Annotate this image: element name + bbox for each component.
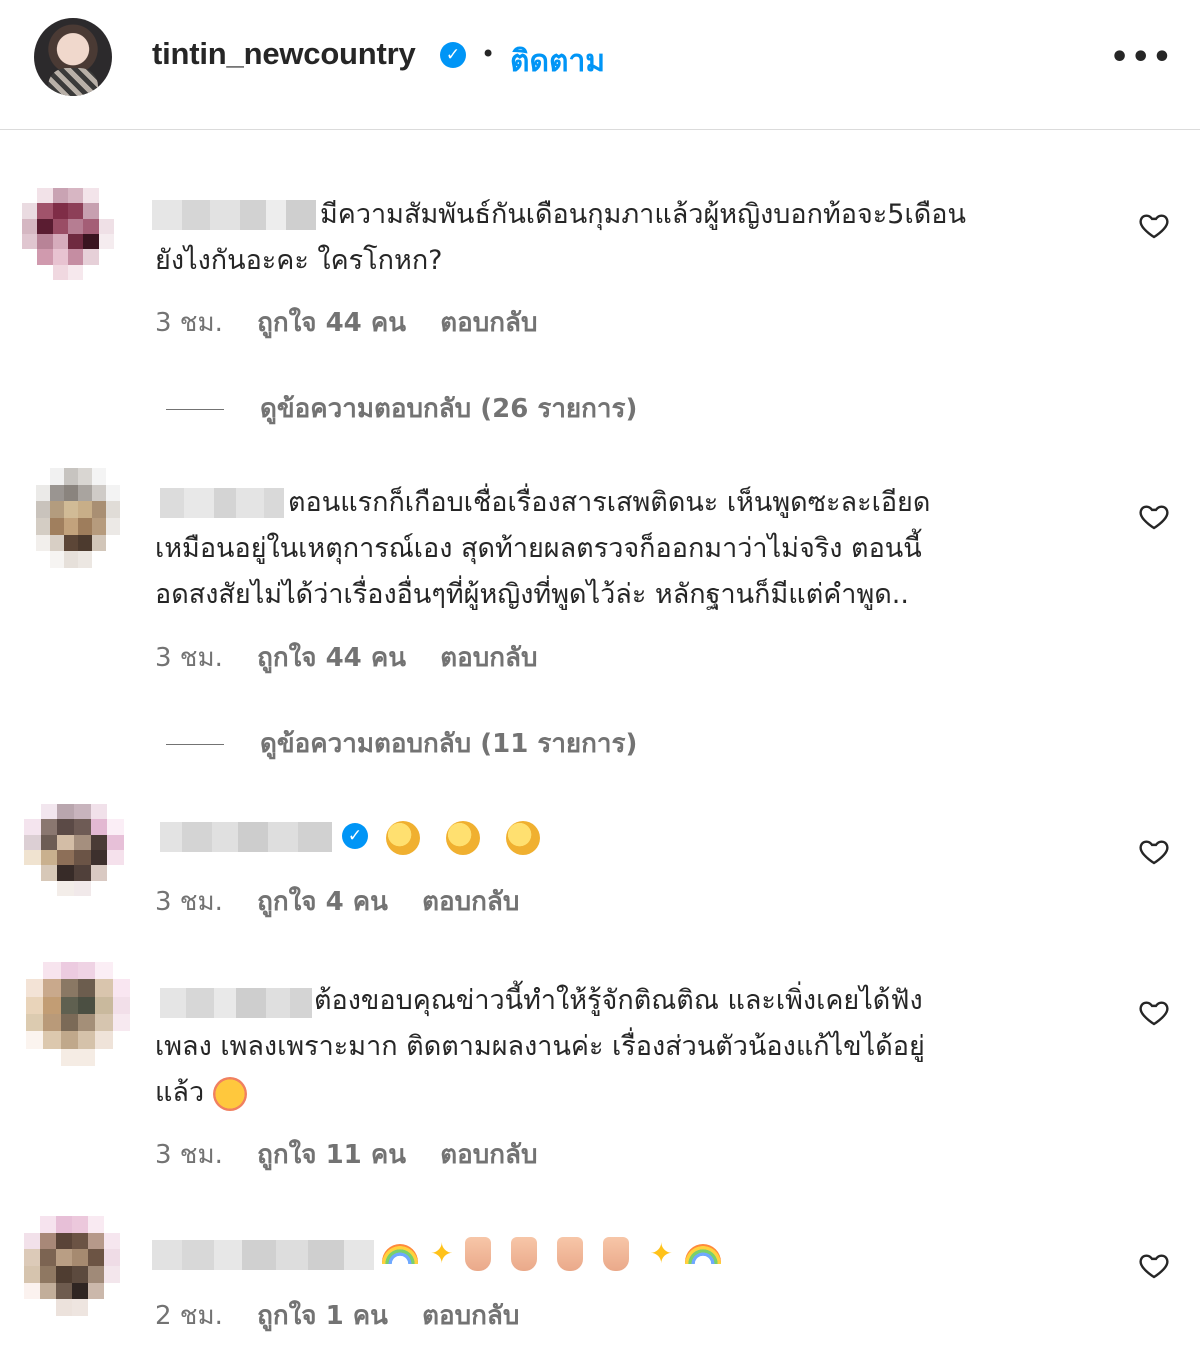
username[interactable]: tintin_newcountry [152, 36, 416, 72]
replies-divider-line [166, 409, 224, 410]
reply-button[interactable]: ตอบกลับ [440, 1140, 537, 1170]
sparkles-icon: ✦ [649, 1236, 673, 1270]
comment-text-continued: เพลง เพลงเพราะมาก ติดตามผลงานค่ะ เรื่องส… [155, 1024, 925, 1116]
commenter-username[interactable] [160, 988, 312, 1018]
comment-text-continued: เหมือนอยู่ในเหตุการณ์เอง สุดท้ายผลตรวจก็… [155, 526, 922, 618]
commenter-avatar[interactable] [24, 1216, 120, 1316]
view-replies-label: ดูข้อความตอบกลับ (11 รายการ) [260, 729, 638, 759]
comment-likes[interactable]: ถูกใจ 4 คน [257, 887, 388, 917]
reply-button[interactable]: ตอบกลับ [422, 887, 519, 917]
view-replies-button[interactable]: ดูข้อความตอบกลับ (26 รายการ) [166, 388, 637, 429]
comment-emojis [386, 814, 552, 860]
like-heart-icon[interactable] [1138, 835, 1170, 867]
commenter-avatar[interactable] [26, 962, 130, 1066]
comment-meta: 2 ชม. ถูกใจ 1 คน ตอบกลับ [155, 1295, 519, 1336]
separator-dot: • [481, 40, 496, 68]
commenter-avatar[interactable] [24, 804, 124, 896]
verified-badge-icon: ✓ [342, 823, 368, 849]
comment-likes[interactable]: ถูกใจ 1 คน [257, 1301, 388, 1331]
commenter-avatar[interactable] [36, 468, 120, 568]
comment-line: ยังไงกันอะคะ ใครโกหก? [155, 245, 443, 276]
comment-line: เหมือนอยู่ในเหตุการณ์เอง สุดท้ายผลตรวจก็… [155, 533, 922, 564]
smiling-face-with-hearts-icon [212, 1076, 247, 1111]
victory-hand-icon [465, 1236, 492, 1271]
victory-hand-icon [511, 1236, 538, 1271]
comment-time: 3 ชม. [155, 1140, 223, 1170]
commenter-username[interactable] [152, 1240, 374, 1270]
comment-text: ตอนแรกก็เกือบเชื่อเรื่องสารเสพติดนะ เห็น… [288, 480, 930, 526]
clapping-hands-icon [506, 820, 540, 855]
rainbow-icon [382, 1243, 418, 1264]
commenter-avatar[interactable] [22, 188, 114, 280]
victory-hand-icon [603, 1236, 630, 1271]
comment-text: มีความสัมพันธ์กันเดือนกุมภาแล้วผู้หญิงบอ… [320, 192, 966, 238]
comment-likes[interactable]: ถูกใจ 44 คน [257, 643, 406, 673]
post-header: tintin_newcountry ✓ • ติดตาม ••• [0, 0, 1200, 130]
follow-button[interactable]: ติดตาม [510, 38, 605, 85]
comment-text-continued: ยังไงกันอะคะ ใครโกหก? [155, 238, 443, 284]
like-heart-icon[interactable] [1138, 209, 1170, 241]
comment-meta: 3 ชม. ถูกใจ 44 คน ตอบกลับ [155, 637, 537, 678]
reply-button[interactable]: ตอบกลับ [440, 308, 537, 338]
comment-line: ต้องขอบคุณข่าวนี้ทำให้รู้จักติณติณ และเพ… [314, 985, 923, 1016]
comment-emojis: ✦ ✦ [382, 1230, 733, 1277]
comment-meta: 3 ชม. ถูกใจ 11 คน ตอบกลับ [155, 1134, 537, 1175]
more-options-icon[interactable]: ••• [1110, 40, 1174, 75]
verified-badge-icon: ✓ [440, 42, 466, 68]
comment-line: อดสงสัยไม่ได้ว่าเรื่องอื่นๆที่ผู้หญิงที่… [155, 579, 909, 610]
comment-time: 3 ชม. [155, 643, 223, 673]
view-replies-label: ดูข้อความตอบกลับ (26 รายการ) [260, 394, 638, 424]
comment-line: ตอนแรกก็เกือบเชื่อเรื่องสารเสพติดนะ เห็น… [288, 487, 931, 518]
sparkles-icon: ✦ [430, 1236, 454, 1270]
comment-likes[interactable]: ถูกใจ 11 คน [257, 1140, 406, 1170]
victory-hand-icon [557, 1236, 584, 1271]
like-heart-icon[interactable] [1138, 996, 1170, 1028]
comment-likes[interactable]: ถูกใจ 44 คน [257, 308, 406, 338]
profile-avatar[interactable] [34, 18, 112, 96]
comment-line-last: แล้ว [155, 1070, 925, 1116]
commenter-username[interactable] [160, 488, 284, 518]
comment-line: มีความสัมพันธ์กันเดือนกุมภาแล้วผู้หญิงบอ… [320, 199, 966, 230]
rainbow-icon [684, 1243, 721, 1264]
replies-divider-line [166, 744, 224, 745]
comment-time: 2 ชม. [155, 1301, 223, 1331]
comment-text: ต้องขอบคุณข่าวนี้ทำให้รู้จักติณติณ และเพ… [314, 978, 923, 1024]
avatar-shirt [48, 68, 98, 96]
comment-meta: 3 ชม. ถูกใจ 44 คน ตอบกลับ [155, 302, 537, 343]
comment-time: 3 ชม. [155, 887, 223, 917]
reply-button[interactable]: ตอบกลับ [422, 1301, 519, 1331]
comment-meta: 3 ชม. ถูกใจ 4 คน ตอบกลับ [155, 881, 519, 922]
commenter-username[interactable] [152, 200, 316, 230]
comment-line: แล้ว [155, 1077, 205, 1108]
view-replies-button[interactable]: ดูข้อความตอบกลับ (11 รายการ) [166, 723, 637, 764]
reply-button[interactable]: ตอบกลับ [440, 643, 537, 673]
comment-line: เพลง เพลงเพราะมาก ติดตามผลงานค่ะ เรื่องส… [155, 1031, 925, 1062]
clapping-hands-icon [386, 820, 420, 855]
clapping-hands-icon [446, 820, 480, 855]
commenter-username[interactable] [160, 822, 332, 852]
like-heart-icon[interactable] [1138, 1249, 1170, 1281]
like-heart-icon[interactable] [1138, 500, 1170, 532]
comment-time: 3 ชม. [155, 308, 223, 338]
